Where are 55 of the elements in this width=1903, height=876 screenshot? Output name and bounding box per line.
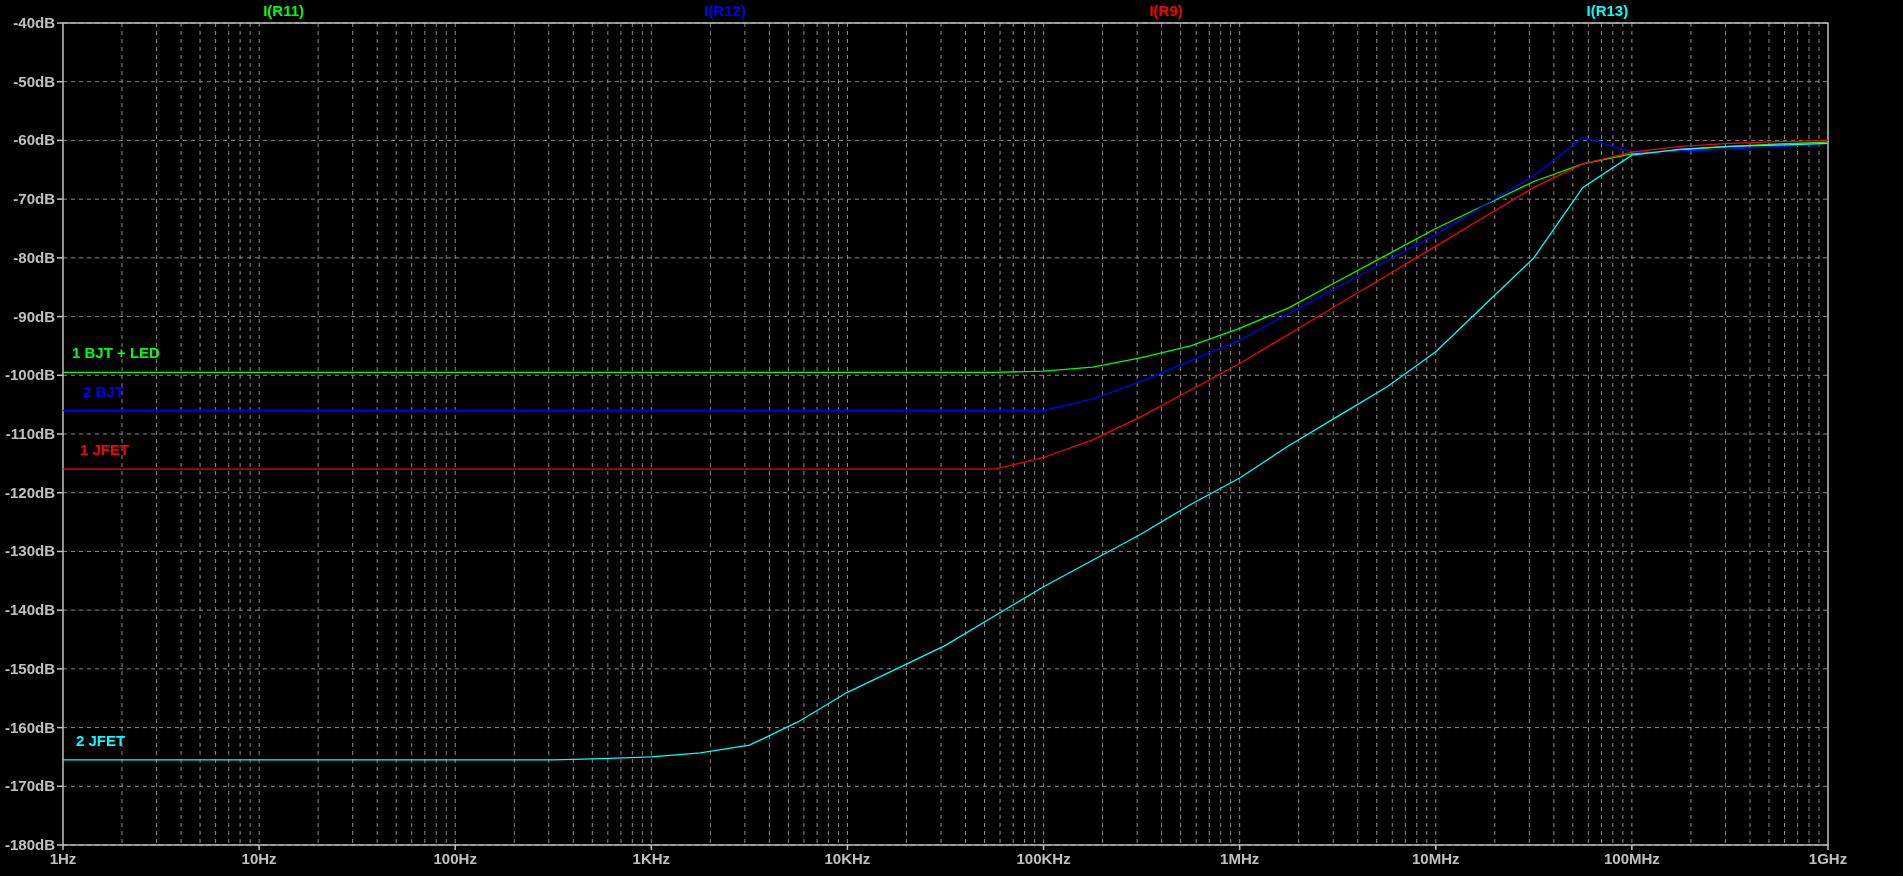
- tick-mark: [56, 609, 64, 611]
- axis-tick-label: -100dB: [4, 366, 55, 384]
- axis-tick-label: 100KHz: [1016, 850, 1071, 867]
- tick-mark: [258, 844, 260, 851]
- tick-mark: [454, 844, 456, 851]
- axis-tick-label: -80dB: [13, 248, 55, 266]
- axis-tick-label: 10Hz: [241, 850, 277, 867]
- tick-mark: [1042, 844, 1045, 851]
- tick-mark: [56, 550, 64, 553]
- axis-tick-label: 1Hz: [49, 850, 77, 867]
- axis-tick-label: -180dB: [4, 836, 55, 853]
- tick-mark: [56, 374, 64, 377]
- axis-tick-label: -150dB: [4, 659, 55, 677]
- axis-tick-label: 1MHz: [1220, 850, 1260, 867]
- axis-tick-label: 100MHz: [1603, 850, 1660, 867]
- annotation-label: 1 BJT + LED: [72, 344, 160, 362]
- axis-tick-label: -160dB: [4, 718, 55, 736]
- tick-mark: [1435, 844, 1437, 851]
- axis-tick-label: -40dB: [13, 14, 55, 31]
- axis-tick-label: -140dB: [4, 601, 55, 619]
- axis-tick-label: -50dB: [13, 72, 55, 90]
- axis-tick-label: -90dB: [13, 307, 55, 325]
- tick-mark: [1238, 844, 1241, 851]
- axis-tick-label: 1GHz: [1808, 850, 1848, 867]
- axis-tick-label: -70dB: [13, 190, 55, 208]
- tick-mark: [846, 844, 849, 851]
- annotation-label: 2 BJT: [83, 382, 124, 400]
- axis-tick-label: -110dB: [5, 425, 55, 442]
- tick-mark: [56, 315, 64, 318]
- tick-mark: [56, 22, 64, 24]
- tick-mark: [56, 785, 64, 788]
- tick-mark: [56, 139, 64, 142]
- axis-tick-label: 10MHz: [1412, 850, 1460, 867]
- tick-mark: [56, 198, 64, 200]
- trace-label[interactable]: I(R13): [1586, 2, 1629, 19]
- axis-tick-label: 1KHz: [632, 850, 671, 867]
- trace-label[interactable]: I(R11): [263, 2, 305, 19]
- tick-mark: [56, 668, 64, 670]
- axis-tick-label: 10KHz: [824, 850, 871, 867]
- axis-tick-label: -130dB: [4, 542, 55, 560]
- tick-mark: [650, 844, 653, 851]
- trace-label[interactable]: I(R9): [1149, 2, 1183, 19]
- tick-mark: [56, 433, 64, 435]
- tick-mark: [56, 80, 64, 83]
- annotation-label: 1 JFET: [80, 441, 130, 459]
- tick-mark: [1827, 844, 1829, 851]
- annotation-label: 2 JFET: [76, 731, 126, 749]
- axis-tick-label: -170dB: [4, 777, 55, 795]
- axis-tick-label: -120dB: [4, 483, 55, 501]
- tick-mark: [56, 257, 64, 259]
- axis-tick-label: 100Hz: [433, 850, 477, 867]
- tick-mark: [1631, 844, 1633, 851]
- axis-tick-label: -60dB: [13, 131, 55, 149]
- tick-mark: [56, 491, 64, 494]
- tick-mark: [56, 726, 64, 729]
